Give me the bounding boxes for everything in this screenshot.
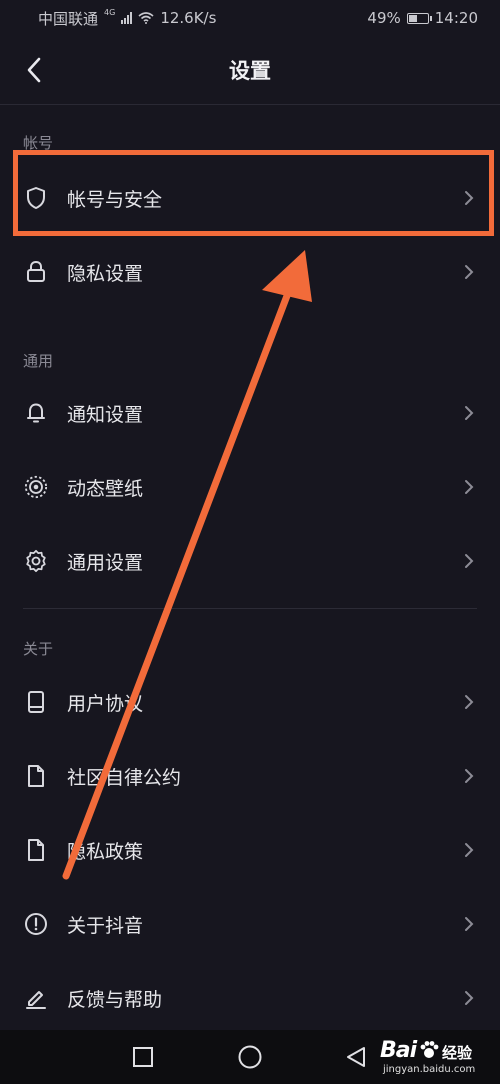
wifi-icon bbox=[138, 12, 154, 24]
clock: 14:20 bbox=[434, 9, 478, 27]
watermark-text: 经验 bbox=[442, 1044, 473, 1062]
chevron-right-icon bbox=[465, 843, 474, 857]
network-type: 4G bbox=[104, 7, 116, 17]
settings-item-community-guidelines[interactable]: 社区自律公约 bbox=[0, 746, 500, 806]
live-wallpaper-icon bbox=[24, 475, 48, 499]
settings-item-live-wallpaper[interactable]: 动态壁纸 bbox=[0, 457, 500, 517]
settings-item-user-agreement[interactable]: 用户协议 bbox=[0, 672, 500, 732]
chevron-right-icon bbox=[465, 480, 474, 494]
settings-item-about[interactable]: 关于抖音 bbox=[0, 894, 500, 954]
edit-icon bbox=[24, 986, 48, 1010]
status-bar-left: 中国联通 4G 12.6K/s bbox=[38, 8, 216, 29]
chevron-right-icon bbox=[465, 917, 474, 931]
watermark-url: jingyan.baidu.com bbox=[383, 1064, 476, 1075]
settings-item-label: 通知设置 bbox=[67, 403, 144, 426]
home-button[interactable] bbox=[237, 1044, 263, 1070]
carrier-name: 中国联通 bbox=[38, 9, 99, 28]
watermark-brand: Bai bbox=[380, 1038, 417, 1063]
back-button[interactable] bbox=[18, 54, 50, 86]
paw-icon bbox=[420, 1041, 439, 1058]
network-speed: 12.6K/s bbox=[160, 9, 217, 27]
settings-item-notifications[interactable]: 通知设置 bbox=[0, 383, 500, 443]
chevron-right-icon bbox=[465, 769, 474, 783]
status-bar-right: 49% 14:20 bbox=[367, 9, 478, 27]
settings-item-privacy[interactable]: 隐私设置 bbox=[0, 242, 500, 302]
header: 设置 bbox=[0, 36, 500, 105]
battery-icon bbox=[406, 12, 432, 24]
recent-apps-button[interactable] bbox=[130, 1044, 156, 1070]
settings-item-general[interactable]: 通用设置 bbox=[0, 531, 500, 591]
settings-item-label: 隐私设置 bbox=[67, 262, 144, 285]
page-title: 设置 bbox=[229, 59, 271, 83]
chevron-left-icon bbox=[27, 57, 41, 83]
highlight-box bbox=[13, 150, 494, 236]
settings-item-privacy-policy[interactable]: 隐私政策 bbox=[0, 820, 500, 880]
section-title-about: 关于 bbox=[23, 640, 54, 658]
document-icon bbox=[24, 764, 48, 788]
chevron-right-icon bbox=[465, 554, 474, 568]
section-title-general: 通用 bbox=[23, 352, 54, 370]
chevron-right-icon bbox=[465, 265, 474, 279]
bell-icon bbox=[24, 401, 48, 425]
settings-item-label: 关于抖音 bbox=[67, 914, 144, 937]
status-bar: 中国联通 4G 12.6K/s 49% 14:20 bbox=[0, 0, 500, 36]
info-icon bbox=[24, 912, 48, 936]
settings-item-label: 社区自律公约 bbox=[67, 766, 182, 789]
triangle-back-icon bbox=[347, 1047, 365, 1067]
settings-item-label: 动态壁纸 bbox=[67, 477, 144, 500]
document-icon bbox=[24, 838, 48, 862]
settings-item-label: 反馈与帮助 bbox=[67, 988, 163, 1011]
chevron-right-icon bbox=[465, 991, 474, 1005]
book-icon bbox=[24, 690, 48, 714]
settings-item-label: 通用设置 bbox=[67, 551, 144, 574]
settings-item-label: 隐私政策 bbox=[67, 840, 144, 863]
settings-item-label: 用户协议 bbox=[67, 692, 144, 715]
square-icon bbox=[133, 1047, 153, 1067]
lock-icon bbox=[24, 260, 48, 284]
battery-fill bbox=[408, 14, 417, 22]
battery-percent: 49% bbox=[367, 9, 401, 27]
chevron-right-icon bbox=[465, 406, 474, 420]
section-divider bbox=[23, 608, 477, 609]
circle-icon bbox=[238, 1045, 262, 1069]
chevron-right-icon bbox=[465, 695, 474, 709]
watermark: Bai 经验 jingyan.baidu.com bbox=[380, 1036, 484, 1080]
gear-icon bbox=[24, 549, 48, 573]
back-nav-button[interactable] bbox=[343, 1044, 369, 1070]
settings-item-feedback[interactable]: 反馈与帮助 bbox=[0, 968, 500, 1028]
signal-icon bbox=[121, 12, 133, 24]
